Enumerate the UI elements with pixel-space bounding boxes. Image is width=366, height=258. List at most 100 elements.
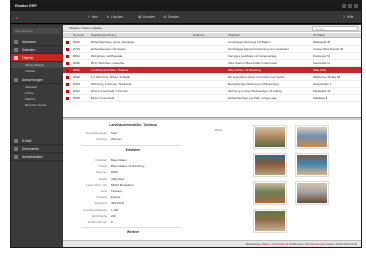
- chart-icon: [14, 78, 18, 82]
- help-button[interactable]: ? Hilfe: [342, 15, 353, 19]
- sidebar-item-calendar[interactable]: Kalender: [11, 46, 63, 54]
- photo-image: [297, 127, 327, 147]
- table-row[interactable]: R900 BTH, Wohnbau, Gewerbe Altes Stall mit…: [63, 60, 361, 67]
- sidebar-sub-sale[interactable]: Verkauf: [11, 68, 63, 74]
- detail-key: Grundstücksfläche: [83, 207, 107, 212]
- sidebar-item-addresses[interactable]: Adressen: [11, 38, 63, 46]
- objects-table: Nummer Objektbezeichnung Referenz Objekt…: [63, 33, 361, 117]
- cell-city: Unterer Buschweide 32: [313, 47, 344, 51]
- col-type[interactable]: Objektart: [228, 33, 240, 38]
- sidebar-item-label: Auswertungen: [22, 78, 44, 82]
- mail-icon: [14, 139, 18, 143]
- cell-type: Wohnung in einer Wohnanlage mit Aufzug: [228, 89, 282, 93]
- property-photo[interactable]: [253, 125, 287, 149]
- send-button[interactable]: ✉ Senden: [163, 15, 179, 19]
- col-number[interactable]: Nummer: [73, 33, 84, 38]
- table-row[interactable]: R723 Einfamilienhaus mit Garten Großzügige…: [63, 46, 361, 53]
- main-panel: Objekte / Meine Objekte Suchen Nummer Ob…: [63, 25, 361, 247]
- print-label: Drucken: [143, 15, 155, 19]
- table-row[interactable]: R904 EFH in Innenstadt, 4 Zimmer Wohnung i…: [63, 88, 361, 95]
- cell-name: Einfamilienhaus mit Garten: [91, 47, 126, 51]
- sidebar-item-admin[interactable]: Administration: [11, 153, 63, 161]
- table-row[interactable]: R602 Einfamilienhaus, gross, Hanglage Groß…: [63, 39, 361, 46]
- table-row[interactable]: R901 Landhausimmobilie, Toskana Bauernhaus…: [63, 67, 361, 74]
- detail-row: Zustand Europa: [63, 194, 203, 200]
- detail-panel: Landhausimmobilie, Toskana Vermarktungsa…: [63, 120, 361, 240]
- detail-row: Objekt Bauernhaus mit Weinberg: [63, 163, 203, 169]
- property-photo[interactable]: [253, 181, 287, 205]
- cell-number: R821: [73, 54, 80, 58]
- flag-icon: [66, 90, 69, 93]
- detail-key: Straße: [98, 176, 107, 181]
- detail-key: Zustand: [96, 195, 107, 200]
- col-name[interactable]: Objektbezeichnung: [91, 33, 116, 38]
- images-label: Bilder: [215, 128, 223, 132]
- print-icon: ▤: [138, 15, 142, 19]
- window-title: Realtor ERP: [15, 4, 37, 8]
- flag-icon: [66, 69, 69, 72]
- table-row[interactable]: R902 1,5 Wohnung, Altbau, Stuttgart Ein le…: [63, 74, 361, 81]
- detail-value: Valle Olea: [111, 176, 125, 181]
- detail-key: Land / PLZ / Ort: [86, 182, 107, 187]
- cell-name: EFH in Innenstadt, 4 Zimmer: [91, 89, 128, 93]
- cell-type: Ein legendäres Haus mit Umbau und Garten: [228, 75, 285, 79]
- close-button[interactable]: [354, 4, 358, 8]
- new-button[interactable]: + Neu: [87, 15, 98, 19]
- toolbar: ■ + Neu ✕ Löschen ▤ Drucken ✉ Senden ? Hilfe: [11, 11, 361, 24]
- col-city[interactable]: Ort/Stadt: [313, 33, 325, 38]
- title-bar: Realtor ERP: [11, 1, 361, 11]
- detail-value: 8: [111, 220, 113, 224]
- sidebar-item-reports[interactable]: Auswertungen: [11, 76, 63, 84]
- detail-key: Kaufpreis: [94, 201, 107, 206]
- detail-row: Nutzung Wohnen: [63, 136, 203, 142]
- cell-name: Landhausimmobilie, Toskana: [91, 68, 129, 72]
- table-row[interactable]: R905 EFH in Innenstadt Einfamilienhaus am …: [63, 95, 361, 102]
- flag-icon: [66, 55, 69, 58]
- cell-number: R905: [73, 96, 80, 100]
- col-reference[interactable]: Referenz: [193, 33, 205, 38]
- quick-search-input[interactable]: Schnellsuche: [13, 28, 61, 34]
- sidebar-item-label: Kalender: [22, 48, 36, 52]
- detail-row: Nummer R901: [63, 169, 203, 175]
- table-row[interactable]: R821 Wohnhaus, Holzfassade Sonniges Landha…: [63, 53, 361, 60]
- status-bar: Bearbeitung: Datum: 23.05.2014 14:48 Ben…: [63, 240, 361, 247]
- status-modified: Datum: 23.05.2014 14:52: [325, 243, 357, 246]
- table-row[interactable]: R903 Wohnung, 2 Zimmer, Stadtrand Bezugsfe…: [63, 81, 361, 88]
- sidebar-item-email[interactable]: E-Mail: [11, 137, 63, 145]
- status-prefix: Bearbeitung:: [245, 243, 262, 246]
- detail-value: 53024 Montalcino: [111, 182, 134, 187]
- status-user-label: Benutzer:: [292, 243, 306, 246]
- detail-row: Wohnfläche 220: [63, 213, 203, 219]
- sidebar-item-objects[interactable]: Objekte: [11, 54, 63, 62]
- property-photo[interactable]: [253, 209, 287, 233]
- detail-value: R901: [111, 170, 118, 175]
- photo-image: [255, 155, 285, 175]
- delete-button[interactable]: ✕ Löschen: [106, 15, 123, 19]
- send-label: Senden: [168, 15, 179, 19]
- calendar-icon: [14, 48, 18, 52]
- property-photo[interactable]: [295, 153, 329, 177]
- cell-type: Bezugsfertige Wohnung in Mitteleuropa: [228, 82, 279, 86]
- cell-city: Mittelstadt 45: [313, 40, 331, 44]
- cell-name: 1,5 Wohnung, Altbau, Stuttgart: [91, 75, 131, 79]
- property-photo[interactable]: [295, 125, 329, 149]
- sidebar-item-documents[interactable]: Dokumente: [11, 145, 63, 153]
- minimize-button[interactable]: [342, 4, 346, 8]
- property-photo[interactable]: [253, 153, 287, 177]
- print-button[interactable]: ▤ Drucken: [138, 15, 155, 19]
- sidebar-item-label: Adressen: [22, 40, 36, 44]
- detail-row: Grundstücksfläche 1.200: [63, 207, 203, 213]
- detail-value: Bauernhaus mit Weinberg: [111, 164, 145, 169]
- grid-search-input[interactable]: Suchen: [312, 26, 358, 31]
- detail-key: Objekt: [98, 164, 107, 169]
- detail-row: Objektart Bauernhaus: [63, 157, 203, 163]
- sidebar-sub-user-search[interactable]: Benutzer Suche: [11, 102, 63, 108]
- cell-type: Altes Stall mit Bauchstahl modernisiert: [228, 61, 278, 65]
- property-photo[interactable]: [295, 181, 329, 205]
- maximize-button[interactable]: [348, 4, 352, 8]
- detail-row: Land / PLZ / Ort 53024 Montalcino: [63, 182, 203, 188]
- detail-row: Kaufpreis 495.000 €: [63, 200, 203, 206]
- divider: [81, 145, 181, 146]
- cell-name: BTH, Wohnbau, Gewerbe: [91, 61, 125, 65]
- document-icon: [14, 147, 18, 151]
